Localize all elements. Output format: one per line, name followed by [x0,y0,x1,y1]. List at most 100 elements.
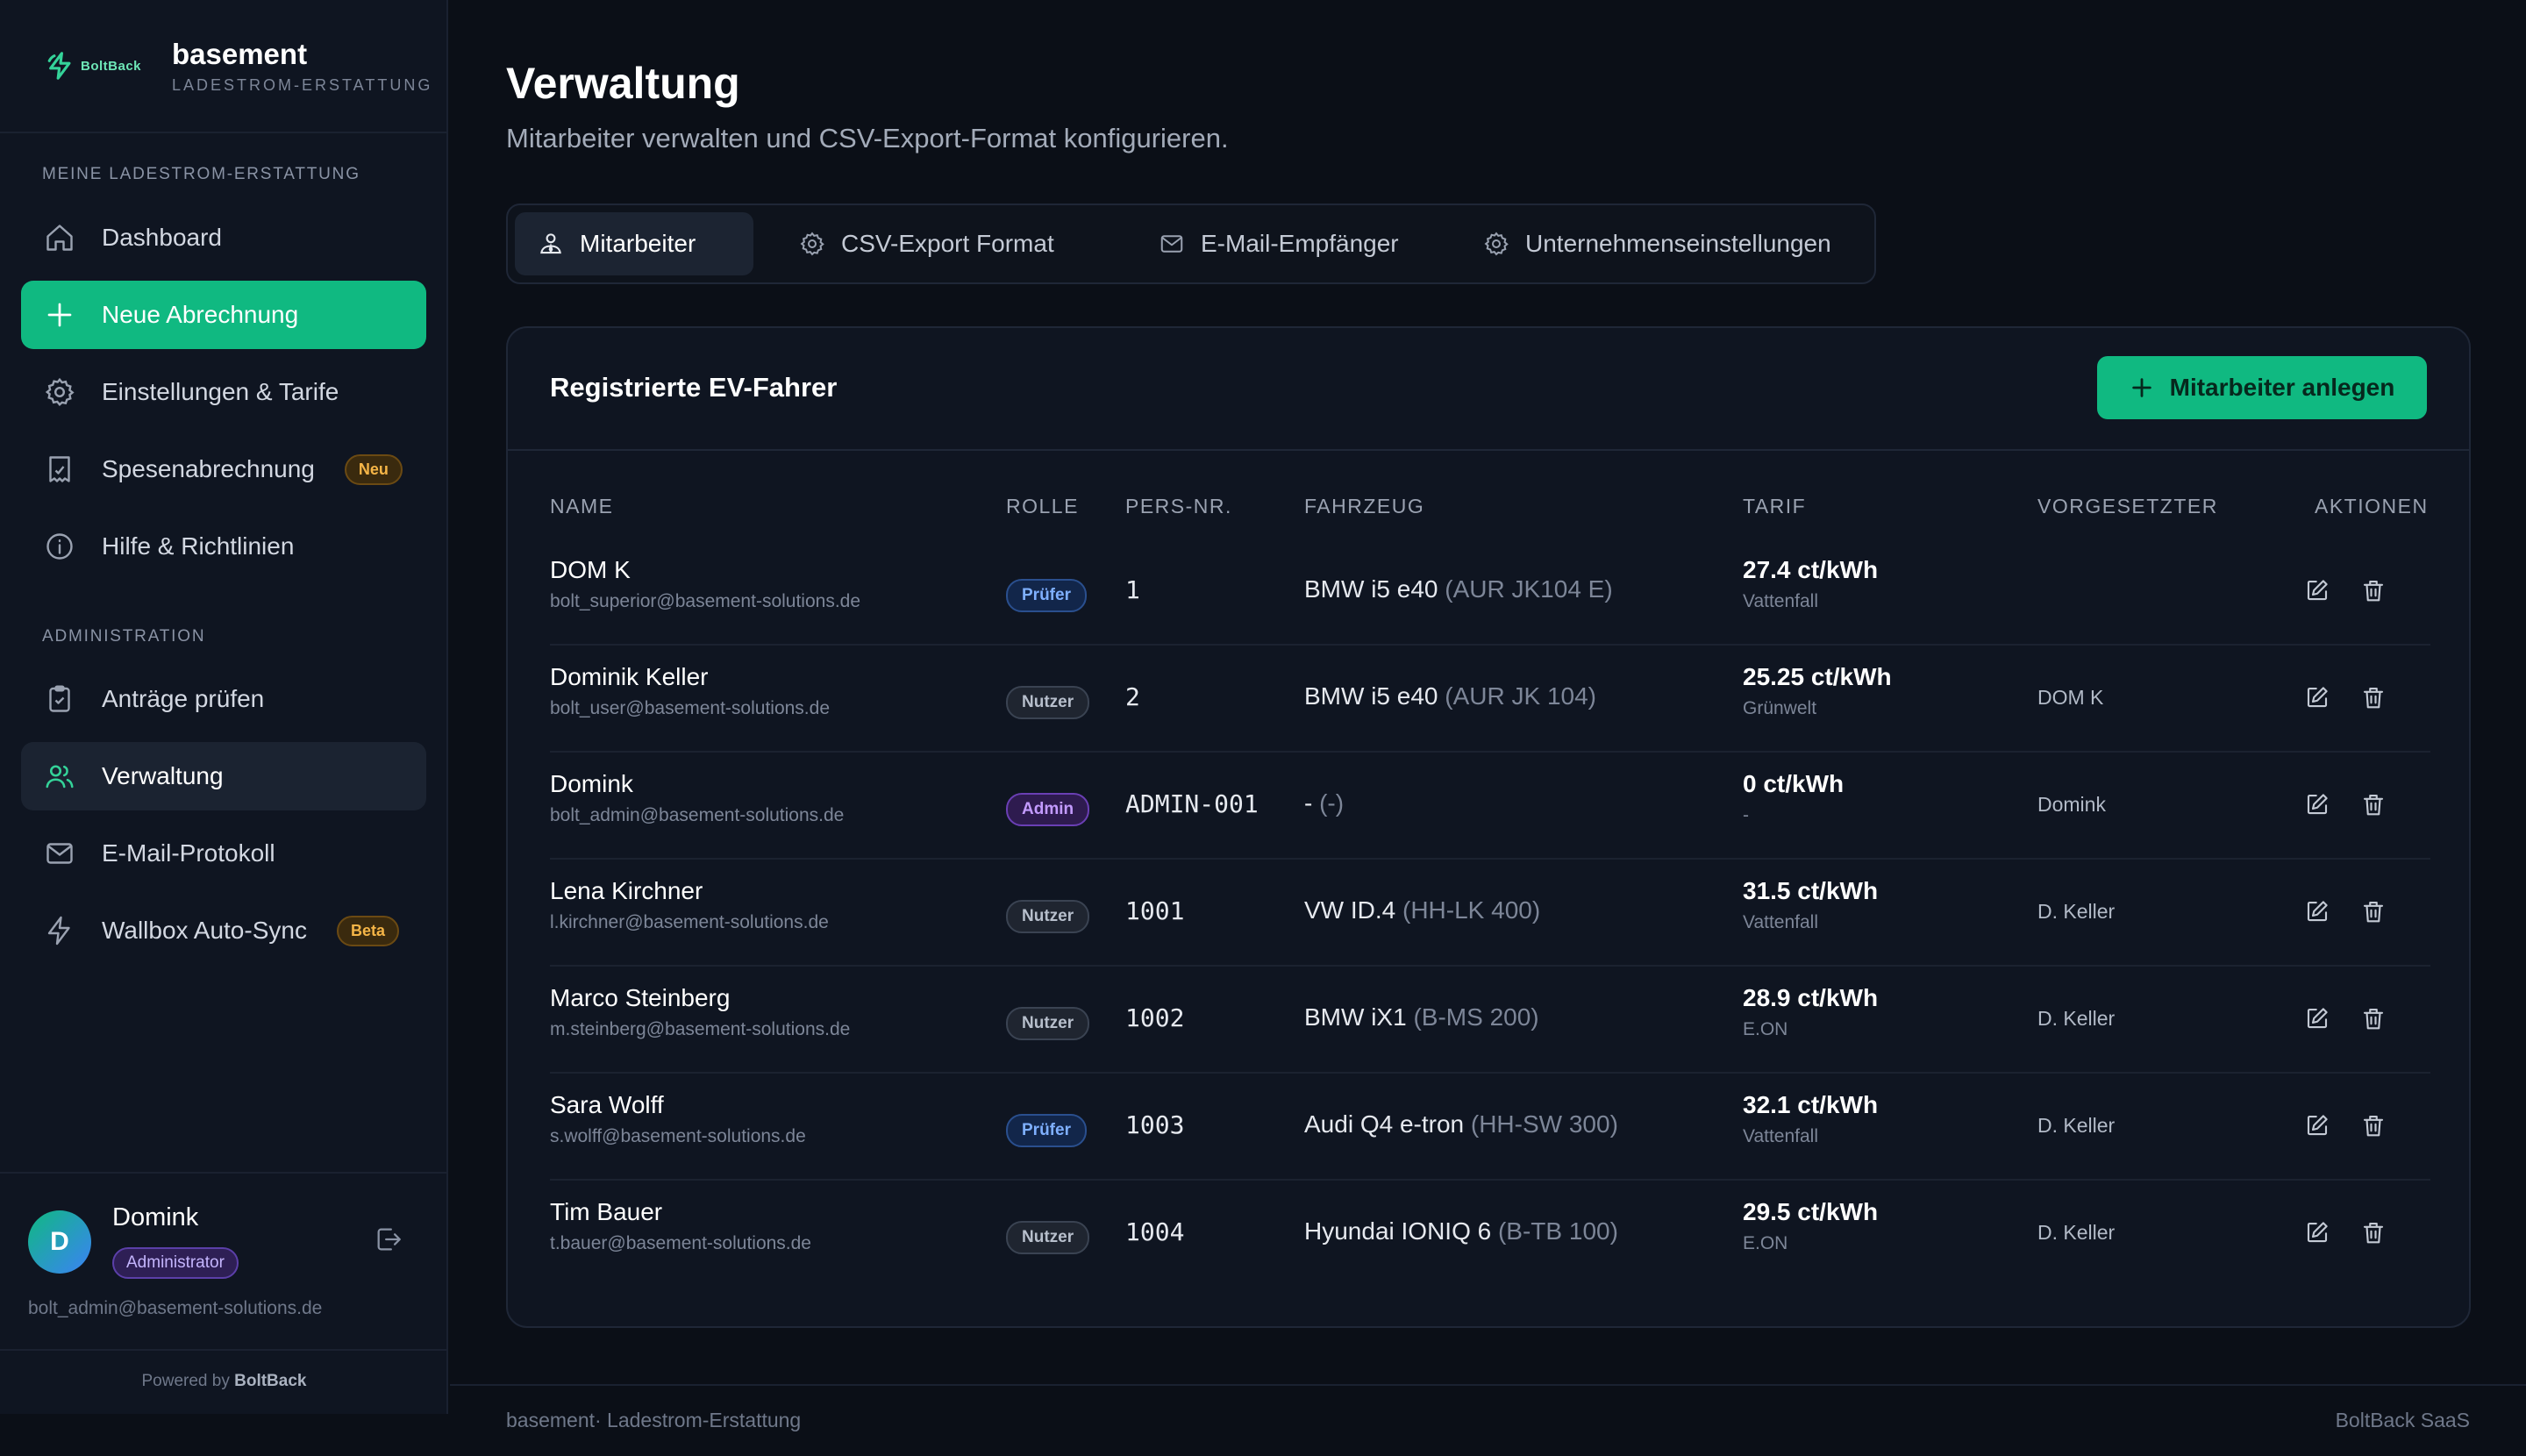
tariff-cell: 29.5 ct/kWh E.ON [1743,1198,1878,1254]
tab-unternehmenseinstellungen[interactable]: Unternehmenseinstellungen [1460,212,1854,275]
sidebar-item-label: Einstellungen & Tarife [102,378,339,405]
employee-name: Dominik Keller [550,663,709,690]
tariff-provider: Grünwelt [1743,698,1817,718]
employee-cell: Marco Steinberg m.steinberg@basement-solu… [550,984,850,1040]
role-badge: Prüfer [1006,1114,1087,1147]
employee-cell: Sara Wolff s.wolff@basement-solutions.de [550,1091,806,1147]
trash-icon[interactable] [2360,791,2388,819]
tariff-value: 29.5 ct/kWh [1743,1198,1879,1225]
bolt-logo-icon [46,51,75,81]
section-label-personal: MEINE LADESTROM-ERSTATTUNG [42,165,360,183]
vehicle-model: Hyundai IONIQ 6 [1304,1217,1492,1245]
vehicle: VW ID.4 (HH-LK 400) [1304,896,1540,924]
page-subtitle: Mitarbeiter verwalten und CSV-Export-For… [506,123,1229,153]
employee-name: Domink [550,770,633,797]
sidebar-item-verwaltung[interactable]: Verwaltung [21,742,426,810]
trash-icon[interactable] [2360,1112,2388,1140]
table-row: Marco Steinberg m.steinberg@basement-solu… [550,967,2430,1074]
edit-icon[interactable] [2304,1005,2332,1033]
brand-subtitle: LADESTROM-ERSTATTUNG [172,75,433,94]
vehicle-model: Audi Q4 e-tron [1304,1110,1465,1138]
logout-icon[interactable] [374,1224,405,1256]
users-icon [42,759,77,794]
employee-cell: Tim Bauer t.bauer@basement-solutions.de [550,1198,811,1254]
edit-icon[interactable] [2304,684,2332,712]
sidebar-item-dashboard[interactable]: Dashboard [21,203,426,272]
sidebar-item-wallbox[interactable]: Wallbox Auto-Sync Beta [21,896,426,965]
trash-icon[interactable] [2360,898,2388,926]
trash-icon[interactable] [2360,577,2388,605]
personnel-number: 2 [1125,682,1140,711]
tariff-provider: Vattenfall [1743,912,1818,932]
powered-by: Powered by BoltBack [141,1372,307,1390]
column-header-name: NAME [550,495,614,517]
sidebar-item-label: Verwaltung [102,762,224,789]
add-employee-button[interactable]: Mitarbeiter anlegen [2097,356,2427,419]
sidebar-item-einstellungen[interactable]: Einstellungen & Tarife [21,358,426,426]
vehicle: BMW i5 e40 (AUR JK 104) [1304,682,1596,710]
column-header-fahrzeug: FAHRZEUG [1304,495,1425,517]
avatar[interactable]: D [28,1210,91,1274]
tariff-provider: Vattenfall [1743,591,1818,611]
supervisor: D. Keller [2037,900,2116,923]
brand-logo[interactable]: BoltBack [46,51,172,81]
trash-icon[interactable] [2360,684,2388,712]
license-plate: (B-MS 200) [1406,1003,1539,1031]
edit-icon[interactable] [2304,1219,2332,1247]
sidebar-item-neue-abrechnung[interactable]: Neue Abrechnung [21,281,426,349]
footer-right-text: BoltBack SaaS [2335,1409,2470,1431]
sidebar-item-spesenabrechnung[interactable]: Spesenabrechnung Neu [21,435,426,503]
license-plate: (HH-LK 400) [1395,896,1541,924]
logo-text: BoltBack [81,58,142,74]
card-title: Registrierte EV-Fahrer [550,372,838,403]
edit-icon[interactable] [2304,577,2332,605]
sidebar-item-email-protokoll[interactable]: E-Mail-Protokoll [21,819,426,888]
sidebar-item-label: Dashboard [102,224,222,251]
table-row: DOM K bolt_superior@basement-solutions.de… [550,539,2430,646]
personnel-number: 1002 [1125,1003,1185,1032]
employee-email: bolt_superior@basement-solutions.de [550,591,861,611]
tab-email-empfaenger[interactable]: E-Mail-Empfänger [1136,212,1422,275]
table-row: Sara Wolff s.wolff@basement-solutions.de P… [550,1074,2430,1181]
vehicle-model: BMW i5 e40 [1304,575,1438,603]
edit-icon[interactable] [2304,791,2332,819]
vehicle: BMW i5 e40 (AUR JK104 E) [1304,575,1613,603]
column-header-tarif: TARIF [1743,495,1807,517]
tab-csv-export[interactable]: CSV-Export Format [776,212,1077,275]
tariff-cell: 27.4 ct/kWh Vattenfall [1743,556,1878,612]
tariff-value: 0 ct/kWh [1743,770,1845,797]
tab-mitarbeiter[interactable]: Mitarbeiter [515,212,753,275]
brand-header: BoltBack basement LADESTROM-ERSTATTUNG [0,0,446,133]
brand-name: basement [172,37,308,70]
employee-name: Sara Wolff [550,1091,664,1118]
employee-name: Lena Kirchner [550,877,703,904]
employee-name: Marco Steinberg [550,984,731,1011]
gear-icon [42,375,77,410]
license-plate: (AUR JK 104) [1438,682,1596,710]
sidebar-item-label: Anträge prüfen [102,685,265,712]
role-badge: Admin [1006,793,1090,826]
vehicle-model: - [1304,789,1313,817]
employee-email: s.wolff@basement-solutions.de [550,1126,806,1146]
edit-icon[interactable] [2304,1112,2332,1140]
trash-icon[interactable] [2360,1219,2388,1247]
trash-icon[interactable] [2360,1005,2388,1033]
sidebar-item-antraege[interactable]: Anträge prüfen [21,665,426,733]
license-plate: (-) [1312,789,1345,817]
vehicle: - (-) [1304,789,1344,817]
license-plate: (HH-SW 300) [1464,1110,1618,1138]
user-email: bolt_admin@basement-solutions.de [28,1298,323,1318]
table-row: Domink bolt_admin@basement-solutions.de Ad… [550,753,2430,860]
card-header: Registrierte EV-Fahrer Mitarbeiter anleg… [508,328,2469,451]
tariff-provider: E.ON [1743,1019,1788,1039]
personnel-number: ADMIN-001 [1125,789,1259,818]
supervisor: DOM K [2037,686,2104,709]
sidebar-item-hilfe[interactable]: Hilfe & Richtlinien [21,512,426,581]
user-panel: D Domink Administrator bolt_admin@baseme… [0,1172,448,1351]
vehicle: Hyundai IONIQ 6 (B-TB 100) [1304,1217,1618,1245]
role-badge: Nutzer [1006,900,1090,933]
personnel-number: 1001 [1125,896,1185,925]
add-button-label: Mitarbeiter anlegen [2169,374,2395,401]
section-label-administration: ADMINISTRATION [42,627,206,646]
edit-icon[interactable] [2304,898,2332,926]
